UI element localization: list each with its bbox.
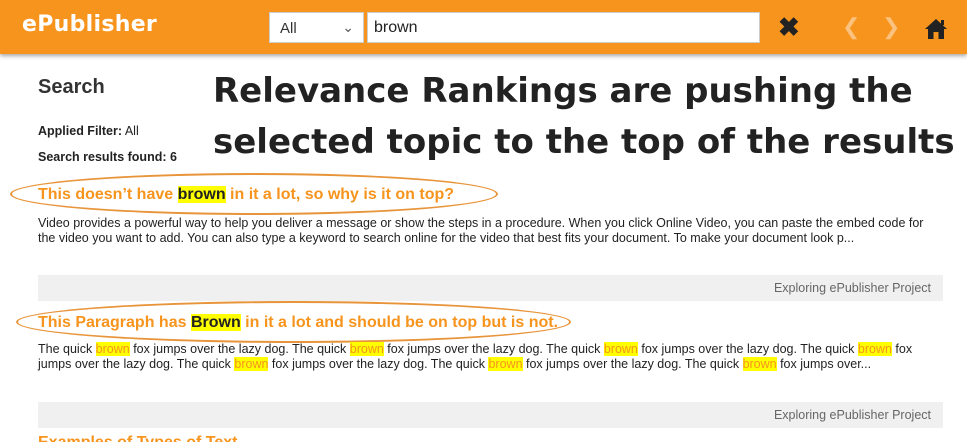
home-icon[interactable] [924, 16, 948, 39]
chevron-down-icon: ⌄ [342, 19, 354, 35]
scope-select-value: All [280, 20, 297, 37]
result-source-1[interactable]: Exploring ePublisher Project [38, 275, 943, 301]
excerpt-text: fox jumps over the lazy dog. The quick [268, 357, 489, 371]
page-title: Search [38, 76, 105, 98]
close-icon[interactable]: ✖ [778, 10, 800, 44]
excerpt-text: fox jumps over... [776, 357, 872, 371]
top-bar: ePublisher All ⌄ ✖ ❮ ❯ [0, 0, 967, 54]
excerpt-text: fox jumps over the lazy dog. The quick [129, 342, 350, 356]
search-highlight: brown [349, 342, 384, 356]
applied-filter-value: All [124, 124, 139, 138]
annotation-line-1: Relevance Rankings are pushing the [213, 71, 913, 111]
search-input[interactable] [367, 12, 760, 43]
annotation-ellipse [10, 173, 498, 215]
results-count: Search results found: 6 [38, 150, 177, 164]
result-source-2[interactable]: Exploring ePublisher Project [38, 402, 943, 428]
search-highlight: brown [95, 342, 130, 356]
applied-filter: Applied Filter: All [38, 124, 139, 138]
annotation-line-2: selected topic to the top of the results [213, 122, 955, 162]
result-excerpt-2: The quick brown fox jumps over the lazy … [38, 342, 943, 372]
result-title-3[interactable]: Examples of Types of Text [38, 434, 237, 442]
excerpt-text: fox jumps over the lazy dog. The quick [637, 342, 858, 356]
results-count-label: Search results found: [38, 150, 167, 164]
result-excerpt-1: Video provides a powerful way to help yo… [38, 216, 924, 245]
search-highlight: brown [857, 342, 892, 356]
search-highlight: brown [234, 357, 269, 371]
search-highlight: brown [742, 357, 777, 371]
excerpt-text: fox jumps over the lazy dog. The quick [522, 357, 743, 371]
excerpt-text: fox jumps over the lazy dog. The quick [383, 342, 604, 356]
results-count-value: 6 [169, 150, 177, 164]
annotation-callout: Relevance Rankings are pushing the selec… [213, 66, 963, 168]
search-highlight: brown [488, 357, 523, 371]
scope-select[interactable]: All ⌄ [269, 12, 364, 43]
annotation-ellipse [16, 301, 571, 343]
excerpt-text: The quick [38, 342, 96, 356]
chevron-left-icon[interactable]: ❮ [842, 10, 860, 44]
search-highlight: brown [603, 342, 638, 356]
applied-filter-label: Applied Filter: [38, 124, 123, 138]
app-logo[interactable]: ePublisher [22, 12, 157, 37]
chevron-right-icon[interactable]: ❯ [882, 10, 900, 44]
